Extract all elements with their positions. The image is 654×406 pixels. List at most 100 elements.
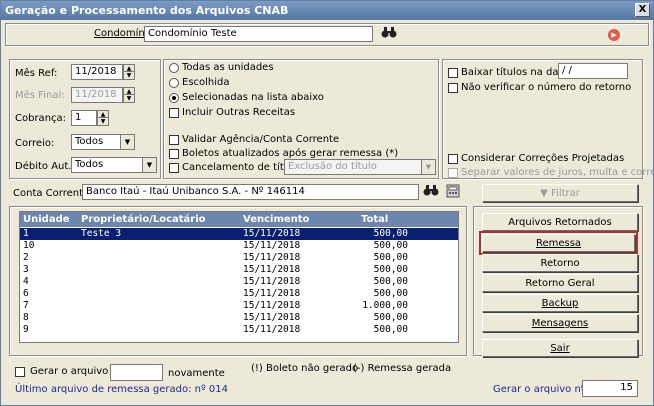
baixar-label: Baixar títulos na data: bbox=[461, 67, 572, 78]
cell-total: 500,00 bbox=[373, 276, 408, 287]
col-vencimento[interactable]: Vencimento bbox=[243, 212, 309, 227]
col-proprietario[interactable]: Proprietário/Locatário bbox=[81, 212, 206, 227]
calculator-icon[interactable] bbox=[443, 184, 463, 200]
nao-verificar-checkbox[interactable] bbox=[448, 83, 458, 93]
mes-ref-spinner[interactable]: ▲ ▼ bbox=[123, 64, 135, 80]
legend-remessa-gerada: (-) Remessa gerada bbox=[353, 363, 452, 374]
table-row[interactable]: 7 15/11/2018 1.000,00 bbox=[20, 300, 458, 312]
cell-venc: 15/11/2018 bbox=[243, 288, 301, 299]
ultimo-arquivo-text: Último arquivo de remessa gerado: nº 014 bbox=[15, 384, 228, 395]
conta-corrente-field[interactable]: Banco Itaú - Itaú Unibanco S.A. - Nº 146… bbox=[82, 184, 419, 200]
radio-escolhida-label: Escolhida bbox=[182, 77, 230, 88]
debito-aut-select[interactable]: Todos ▼ bbox=[71, 157, 157, 173]
table-header: Unidade Proprietário/Locatário Venciment… bbox=[20, 212, 458, 227]
conta-corrente-label: Conta Corrente: bbox=[13, 188, 93, 199]
validar-checkbox[interactable] bbox=[169, 135, 179, 145]
cancelamento-checkbox[interactable] bbox=[169, 163, 179, 173]
cell-total: 500,00 bbox=[373, 228, 408, 239]
cell-venc: 15/11/2018 bbox=[243, 264, 301, 275]
cell-unidade: 9 bbox=[23, 324, 29, 335]
table-row[interactable]: 10 15/11/2018 500,00 bbox=[20, 240, 458, 252]
gerar-n-label: Gerar o arquivo nº: bbox=[493, 384, 589, 395]
legend-nao-gerado: (!) Boleto não gerado bbox=[251, 363, 359, 374]
arquivos-retornados-button[interactable]: Arquivos Retornados bbox=[482, 213, 638, 231]
baixar-checkbox[interactable] bbox=[448, 68, 458, 78]
boletos-atualizados-checkbox[interactable] bbox=[169, 149, 179, 159]
cell-venc: 15/11/2018 bbox=[243, 228, 301, 239]
mensagens-button[interactable]: Mensagens bbox=[482, 314, 638, 332]
table-row[interactable]: 3 15/11/2018 500,00 bbox=[20, 264, 458, 276]
table-row[interactable]: 1 Teste 3 15/11/2018 500,00 bbox=[20, 228, 458, 240]
mes-final-label: Mês Final: bbox=[15, 90, 65, 101]
incluir-outras-label: Incluir Outras Receitas bbox=[182, 107, 296, 118]
cell-total: 1.000,00 bbox=[362, 300, 408, 311]
gerar-n-field[interactable]: 15 bbox=[582, 380, 638, 397]
cell-unidade: 3 bbox=[23, 264, 29, 275]
cell-venc: 15/11/2018 bbox=[243, 252, 301, 263]
boletos-table[interactable]: Unidade Proprietário/Locatário Venciment… bbox=[19, 211, 459, 343]
correio-label: Correio: bbox=[15, 138, 55, 149]
condominio-field[interactable]: Condomínio Teste bbox=[144, 26, 373, 42]
binoculars-icon[interactable] bbox=[379, 26, 399, 42]
col-total[interactable]: Total bbox=[361, 212, 388, 227]
cell-total: 500,00 bbox=[373, 252, 408, 263]
validar-label: Validar Agência/Conta Corrente bbox=[182, 134, 340, 145]
cobranca-field[interactable]: 1 bbox=[71, 110, 97, 126]
cell-unidade: 7 bbox=[23, 300, 29, 311]
cnab-window: Geração e Processamento dos Arquivos CNA… bbox=[0, 0, 654, 406]
radio-todas[interactable] bbox=[169, 63, 179, 73]
cell-venc: 15/11/2018 bbox=[243, 240, 301, 251]
cell-unidade: 8 bbox=[23, 312, 29, 323]
table-row[interactable]: 2 15/11/2018 500,00 bbox=[20, 252, 458, 264]
separar-checkbox bbox=[448, 168, 458, 178]
cell-venc: 15/11/2018 bbox=[243, 300, 301, 311]
play-icon[interactable]: ▶ bbox=[608, 29, 620, 41]
cell-nome: Teste 3 bbox=[81, 228, 122, 239]
radio-escolhida[interactable] bbox=[169, 78, 179, 88]
gerar-arquivo-field[interactable] bbox=[110, 364, 163, 381]
boletos-atualizados-label: Boletos atualizados após gerar remessa (… bbox=[182, 148, 399, 159]
cell-total: 500,00 bbox=[373, 240, 408, 251]
funnel-icon: ▼ bbox=[540, 188, 548, 199]
table-row[interactable]: 4 15/11/2018 500,00 bbox=[20, 276, 458, 288]
correio-select[interactable]: Todos ▼ bbox=[71, 134, 135, 150]
remessa-button[interactable]: Remessa bbox=[479, 231, 638, 255]
cell-unidade: 1 bbox=[23, 228, 29, 239]
cell-unidade: 6 bbox=[23, 288, 29, 299]
chevron-down-icon: ▼ bbox=[421, 160, 435, 174]
gerar-arquivo-label: Gerar o arquivo bbox=[30, 366, 109, 377]
cancelamento-label: Cancelamento de título bbox=[182, 162, 299, 173]
cobranca-label: Cobrança: bbox=[15, 113, 67, 124]
close-icon[interactable]: X bbox=[635, 3, 650, 17]
debito-aut-label: Débito Aut.: bbox=[15, 161, 75, 172]
cell-venc: 15/11/2018 bbox=[243, 324, 301, 335]
radio-selecionadas[interactable] bbox=[169, 93, 179, 103]
cell-total: 500,00 bbox=[373, 324, 408, 335]
retorno-button[interactable]: Retorno bbox=[482, 254, 638, 272]
mes-ref-field[interactable]: 11/2018 bbox=[71, 64, 123, 80]
filtrar-button[interactable]: ▼ Filtrar bbox=[482, 184, 638, 202]
mes-final-spinner: ▲ ▼ bbox=[123, 87, 135, 103]
incluir-outras-checkbox[interactable] bbox=[169, 108, 179, 118]
radio-selecionadas-label: Selecionadas na lista abaixo bbox=[182, 92, 324, 103]
table-row[interactable]: 8 15/11/2018 500,00 bbox=[20, 312, 458, 324]
table-row[interactable]: 6 15/11/2018 500,00 bbox=[20, 288, 458, 300]
cobranca-spinner[interactable]: ▲ ▼ bbox=[97, 110, 109, 126]
cell-venc: 15/11/2018 bbox=[243, 312, 301, 323]
correcoes-checkbox[interactable] bbox=[448, 154, 458, 164]
nao-verificar-label: Não verificar o número do retorno bbox=[461, 82, 632, 93]
sair-button[interactable]: Sair bbox=[482, 339, 638, 357]
table-row[interactable]: 9 15/11/2018 500,00 bbox=[20, 324, 458, 336]
cancelamento-select: Exclusão do título ▼ bbox=[284, 159, 436, 175]
correcoes-label: Considerar Correções Projetadas bbox=[461, 153, 625, 164]
baixar-date-field[interactable]: / / bbox=[558, 63, 628, 79]
retorno-geral-button[interactable]: Retorno Geral bbox=[482, 274, 638, 292]
window-title: Geração e Processamento dos Arquivos CNA… bbox=[1, 1, 653, 20]
chevron-down-icon[interactable]: ▼ bbox=[120, 135, 134, 149]
mes-ref-label: Mês Ref: bbox=[15, 68, 58, 79]
gerar-arquivo-checkbox[interactable] bbox=[15, 367, 25, 377]
col-unidade[interactable]: Unidade bbox=[23, 212, 70, 227]
chevron-down-icon[interactable]: ▼ bbox=[142, 158, 156, 172]
binoculars-icon[interactable] bbox=[421, 184, 441, 200]
backup-button[interactable]: Backup bbox=[482, 294, 638, 312]
